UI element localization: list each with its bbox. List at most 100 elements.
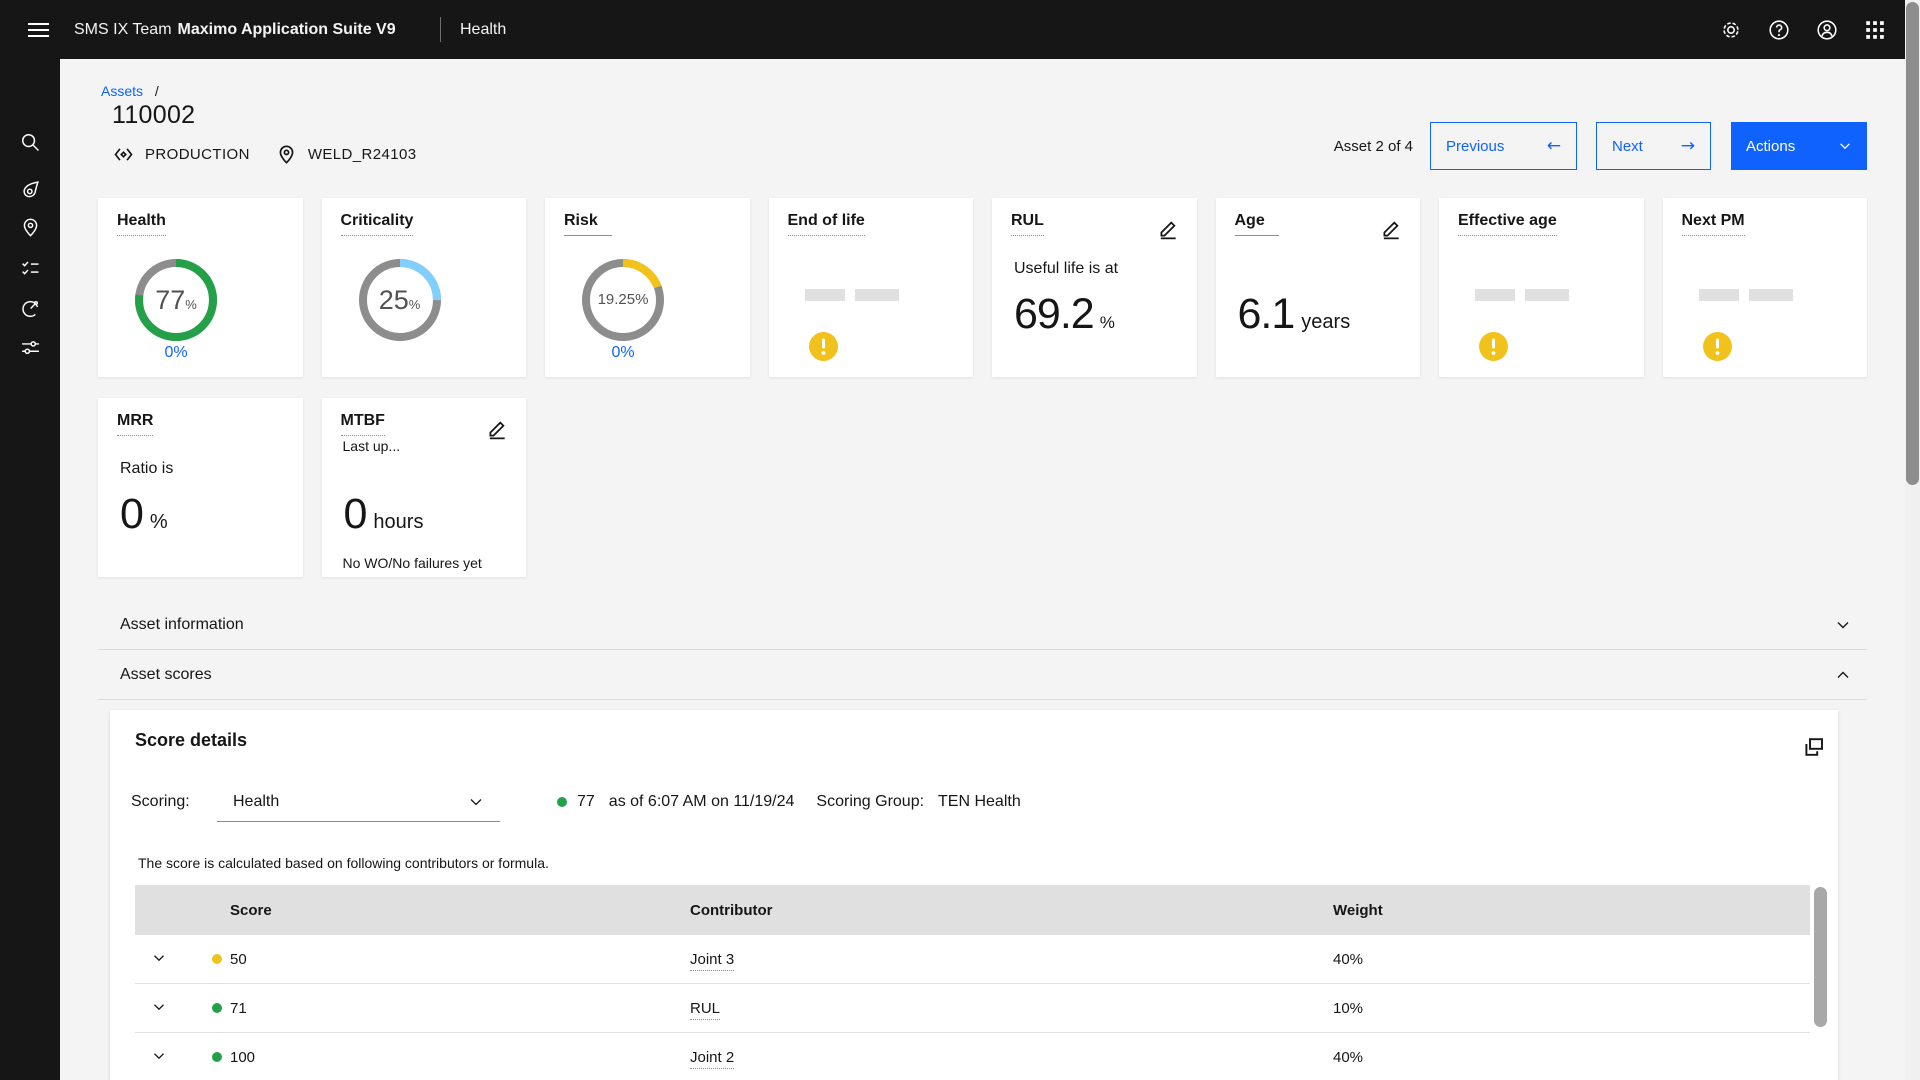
health-value: 77% [134,258,218,342]
health-card[interactable]: Health 77% 0% [98,198,303,377]
arrow-left-icon: ← [1547,136,1561,156]
app-switcher-icon[interactable] [1851,0,1899,59]
table-scrollbar-thumb[interactable] [1814,887,1827,1027]
row-expand-chevron-icon[interactable] [135,944,175,974]
score-value: 100 [230,1049,255,1066]
help-icon[interactable] [1755,0,1803,59]
arrow-right-icon: → [1681,136,1695,156]
page-scrollbar[interactable] [1905,0,1920,1080]
score-dot [212,1003,222,1013]
risk-card[interactable]: Risk 19.25% 0% [545,198,750,377]
scoring-dropdown-value: Health [233,793,279,811]
mrr-value: 0% [120,490,168,539]
search-icon[interactable] [0,122,60,162]
mtbf-card[interactable]: MTBF Last up... 0hours No WO/No failures… [322,398,527,577]
weight-column-header: Weight [1325,902,1810,919]
next-button[interactable]: Next→ [1596,122,1711,170]
score-timestamp: as of 6:07 AM on 11/19/24 [609,793,795,811]
app-name[interactable]: Health [460,0,506,59]
age-card-title: Age [1235,212,1279,236]
contributor-link[interactable]: Joint 2 [690,1049,734,1069]
asset-information-label: Asset information [120,616,244,634]
effective-age-card[interactable]: Effective age [1439,198,1644,377]
mrr-card-title: MRR [117,412,153,436]
rul-lead: Useful life is at [1014,260,1118,278]
edit-icon[interactable] [485,418,509,442]
previous-button[interactable]: Previous← [1430,122,1577,170]
end-of-life-card[interactable]: End of life [769,198,974,377]
mtbf-value: 0hours [344,490,424,539]
chevron-up-icon[interactable] [1833,665,1853,685]
score-value: 50 [230,951,247,968]
risk-value: 19.25% [581,258,665,342]
asset-information-accordion[interactable]: Asset information [98,600,1867,650]
skeleton-dash [1749,289,1793,301]
table-row[interactable]: 50 Joint 3 40% [135,935,1810,984]
row-expand-chevron-icon[interactable] [135,993,175,1023]
contributor-link[interactable]: Joint 3 [690,951,734,971]
table-row[interactable]: 100 Joint 2 40% [135,1033,1810,1080]
left-sidebar [0,59,60,1080]
weight-value: 40% [1325,1049,1810,1066]
breadcrumb: Assets / [101,83,159,99]
location-pin-icon [276,144,297,165]
account-icon[interactable] [1803,0,1851,59]
asset-icon[interactable] [0,169,60,209]
location-icon[interactable] [0,207,60,247]
menu-icon[interactable] [14,0,62,59]
asset-type-icon [113,144,134,165]
scoring-dropdown[interactable]: Health [217,782,500,822]
mrr-card[interactable]: MRR Ratio is 0% [98,398,303,577]
settings-icon[interactable] [1707,0,1755,59]
rul-card[interactable]: RUL Useful life is at 69.2% [992,198,1197,377]
health-card-title: Health [117,212,166,236]
rul-card-title: RUL [1011,212,1044,236]
asset-scores-label: Asset scores [120,666,212,684]
score-dot [212,1052,222,1062]
table-scrollbar[interactable] [1814,885,1827,1080]
health-sub-value: 0% [134,344,218,362]
risk-sub-value: 0% [581,344,665,362]
checklist-icon[interactable] [0,248,60,288]
scoring-label: Scoring: [131,793,217,811]
mtbf-subtitle: Last up... [343,438,401,454]
score-value: 71 [230,1000,247,1017]
actions-button[interactable]: Actions [1731,122,1867,170]
weight-value: 40% [1325,951,1810,968]
skeleton-dash [855,289,899,301]
filter-sliders-icon[interactable] [0,327,60,367]
age-card[interactable]: Age 6.1years [1216,198,1421,377]
skeleton-dash [805,289,845,301]
chevron-down-icon [468,794,484,810]
criticality-card[interactable]: Criticality 25% [322,198,527,377]
effective-age-card-title: Effective age [1458,212,1557,236]
skeleton-dash [1525,289,1569,301]
table-row[interactable]: 71 RUL 10% [135,984,1810,1033]
scoring-group-value: TEN Health [938,793,1021,811]
risk-card-title: Risk [564,212,612,236]
popout-icon[interactable] [1799,734,1827,762]
next-pm-card[interactable]: Next PM [1663,198,1868,377]
breadcrumb-assets-link[interactable]: Assets [101,83,143,99]
asset-scores-accordion[interactable]: Asset scores [98,650,1867,700]
score-details-title: Score details [135,730,247,751]
contributor-column-header: Contributor [690,902,1325,919]
edit-icon[interactable] [1379,218,1403,242]
contributor-link[interactable]: RUL [690,1000,720,1020]
edit-icon[interactable] [1156,218,1180,242]
meter-icon[interactable] [0,288,60,328]
weight-value: 10% [1325,1000,1810,1017]
chevron-down-icon [1838,139,1852,153]
chevron-down-icon[interactable] [1833,615,1853,635]
warning-icon [1703,332,1732,361]
score-details-panel: Score details Scoring: Health 77 as of 6… [110,710,1838,1080]
breadcrumb-separator: / [155,83,159,99]
warning-icon [809,332,838,361]
scoring-group-label: Scoring Group: [816,793,924,811]
page-scrollbar-thumb[interactable] [1906,2,1919,485]
toolbar: Asset 2 of 4 Previous← Next→ Actions [1334,122,1867,170]
score-table-header: Score Contributor Weight [135,885,1810,935]
criticality-value: 25% [358,258,442,342]
row-expand-chevron-icon[interactable] [135,1042,175,1072]
asset-pagination: Asset 2 of 4 [1334,138,1413,155]
